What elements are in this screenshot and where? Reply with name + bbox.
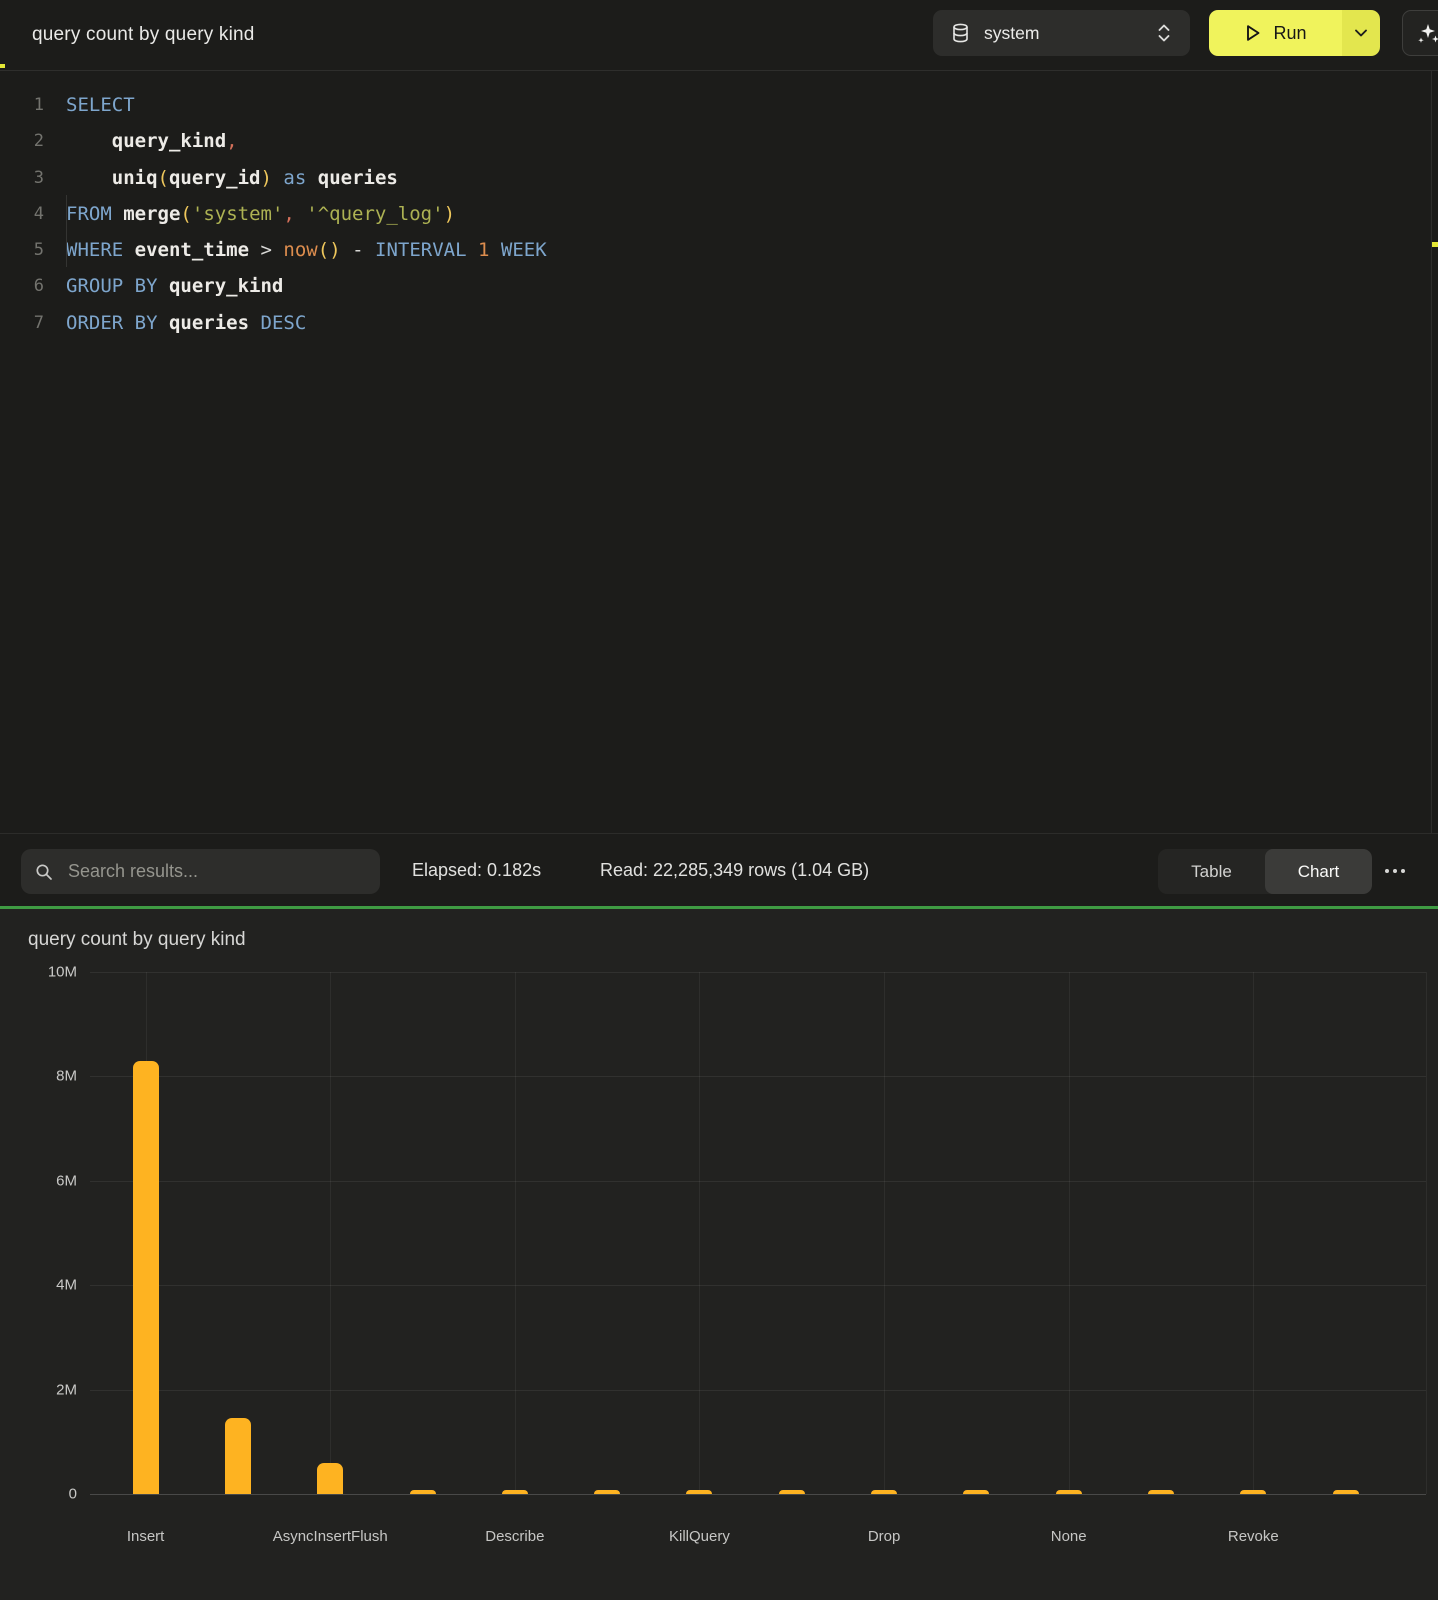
ai-assist-button[interactable] bbox=[1402, 10, 1438, 56]
y-axis-tick-label: 8M bbox=[17, 1068, 77, 1085]
y-gridline bbox=[90, 1285, 1426, 1286]
y-axis-tick-label: 10M bbox=[17, 964, 77, 981]
y-gridline bbox=[90, 972, 1426, 973]
bar-AsyncInsertFlush[interactable] bbox=[317, 1463, 343, 1494]
line-number: 7 bbox=[0, 305, 44, 341]
x-gridline bbox=[1253, 972, 1254, 1494]
bar-unlabeled-12[interactable] bbox=[1148, 1490, 1174, 1494]
sql-code: 1SELECT2 query_kind,3 uniq(query_id) as … bbox=[0, 87, 1400, 341]
code-line: 3 uniq(query_id) as queries bbox=[0, 160, 1400, 196]
bar-unlabeled-4[interactable] bbox=[410, 1490, 436, 1494]
play-icon bbox=[1244, 23, 1262, 43]
y-gridline bbox=[90, 1390, 1426, 1391]
database-selector-value: system bbox=[984, 23, 1156, 44]
sparkles-icon bbox=[1415, 20, 1438, 46]
bar-None[interactable] bbox=[1056, 1490, 1082, 1494]
y-gridline bbox=[90, 1181, 1426, 1182]
sql-editor[interactable]: 1SELECT2 query_kind,3 uniq(query_id) as … bbox=[0, 71, 1438, 833]
plot-right-edge bbox=[1426, 972, 1427, 1494]
code-line: 1SELECT bbox=[0, 87, 1400, 123]
tab-chart[interactable]: Chart bbox=[1265, 849, 1372, 894]
bar-Drop[interactable] bbox=[871, 1490, 897, 1494]
bar-unlabeled-8[interactable] bbox=[779, 1490, 805, 1494]
read-stat: Read: 22,285,349 rows (1.04 GB) bbox=[600, 834, 869, 907]
line-number: 2 bbox=[0, 123, 44, 159]
line-number: 1 bbox=[0, 87, 44, 123]
line-number: 6 bbox=[0, 268, 44, 304]
search-results-box[interactable] bbox=[21, 849, 380, 894]
line-number: 3 bbox=[0, 160, 44, 196]
code-line: 6GROUP BY query_kind bbox=[0, 268, 1400, 304]
chart-panel: query count by query kind 02M4M6M8M10MIn… bbox=[0, 909, 1438, 1600]
results-toolbar: Elapsed: 0.182s Read: 22,285,349 rows (1… bbox=[0, 833, 1438, 907]
bar-chart: 0 2M 4M 6M 8M 10M Insert AsyncInsertFlush Descri… bbox=[0, 909, 1438, 1600]
view-toggle: Table Chart bbox=[1158, 849, 1372, 894]
search-results-input[interactable] bbox=[66, 860, 366, 883]
bar-unlabeled-6[interactable] bbox=[594, 1490, 620, 1494]
chevron-updown-icon bbox=[1156, 22, 1172, 44]
more-options-button[interactable] bbox=[1385, 834, 1405, 907]
run-options-button[interactable] bbox=[1342, 10, 1380, 56]
elapsed-stat: Elapsed: 0.182s bbox=[412, 834, 541, 907]
overview-ruler-marker bbox=[1432, 242, 1438, 247]
bar-Revoke[interactable] bbox=[1240, 1490, 1266, 1494]
database-selector[interactable]: system bbox=[933, 10, 1190, 56]
y-axis-tick-label: 4M bbox=[17, 1277, 77, 1294]
y-axis-tick-label: 0 bbox=[17, 1486, 77, 1503]
line-number: 4 bbox=[0, 196, 44, 232]
indent-guide bbox=[66, 195, 67, 267]
code-line: 2 query_kind, bbox=[0, 123, 1400, 159]
search-icon bbox=[35, 863, 53, 881]
top-bar: query count by query kind system bbox=[0, 0, 1438, 71]
chevron-down-icon bbox=[1354, 28, 1368, 38]
x-axis-label: Insert bbox=[61, 1528, 231, 1545]
y-gridline bbox=[90, 1494, 1426, 1495]
x-axis-label: AsyncInsertFlush bbox=[245, 1528, 415, 1545]
x-axis-label: Describe bbox=[430, 1528, 600, 1545]
run-split-button: Run bbox=[1209, 10, 1380, 56]
overview-ruler[interactable] bbox=[1431, 71, 1438, 833]
sql-console-window: query count by query kind system bbox=[0, 0, 1438, 1600]
x-axis-label: Drop bbox=[799, 1528, 969, 1545]
y-gridline bbox=[90, 1076, 1426, 1077]
editor-left-marker bbox=[0, 64, 5, 68]
x-gridline bbox=[515, 972, 516, 1494]
code-line: 5WHERE event_time > now() - INTERVAL 1 W… bbox=[0, 232, 1400, 268]
bar-Insert[interactable] bbox=[133, 1061, 159, 1494]
bar-unlabeled-10[interactable] bbox=[963, 1490, 989, 1494]
bar-unlabeled-2[interactable] bbox=[225, 1418, 251, 1494]
x-axis-label: None bbox=[984, 1528, 1154, 1545]
bar-KillQuery[interactable] bbox=[686, 1490, 712, 1494]
bar-unlabeled-14[interactable] bbox=[1333, 1490, 1359, 1494]
x-gridline bbox=[1069, 972, 1070, 1494]
line-number: 5 bbox=[0, 232, 44, 268]
code-line: 4FROM merge('system', '^query_log') bbox=[0, 196, 1400, 232]
query-tab-title: query count by query kind bbox=[32, 0, 255, 70]
y-axis-tick-label: 6M bbox=[17, 1172, 77, 1189]
x-axis-label: Revoke bbox=[1168, 1528, 1338, 1545]
run-button[interactable]: Run bbox=[1209, 10, 1342, 56]
y-axis-tick-label: 2M bbox=[17, 1381, 77, 1398]
code-line: 7ORDER BY queries DESC bbox=[0, 305, 1400, 341]
run-button-label: Run bbox=[1273, 23, 1306, 44]
tab-table[interactable]: Table bbox=[1158, 849, 1265, 894]
x-gridline bbox=[884, 972, 885, 1494]
x-axis-label: KillQuery bbox=[614, 1528, 784, 1545]
x-gridline bbox=[699, 972, 700, 1494]
x-gridline bbox=[330, 972, 331, 1494]
database-icon bbox=[951, 23, 970, 43]
bar-Describe[interactable] bbox=[502, 1490, 528, 1494]
